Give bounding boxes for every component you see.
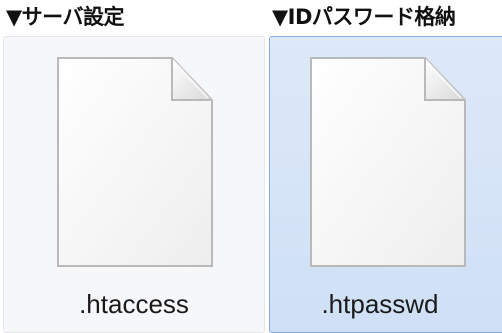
section-label-server-settings: ▼サーバ設定 bbox=[6, 5, 124, 29]
file-explorer-view: ▼サーバ設定 ▼IDパスワード格納 .htaccess .htpasswd bbox=[0, 0, 502, 333]
file-item-htaccess[interactable]: .htaccess bbox=[3, 36, 265, 333]
file-name-label: .htpasswd bbox=[321, 289, 439, 319]
file-name-label: .htaccess bbox=[79, 289, 189, 319]
section-label-id-password-storage: ▼IDパスワード格納 bbox=[272, 5, 456, 29]
blank-document-icon bbox=[57, 57, 213, 267]
file-item-htpasswd[interactable]: .htpasswd bbox=[269, 36, 502, 333]
blank-document-icon bbox=[310, 57, 466, 267]
